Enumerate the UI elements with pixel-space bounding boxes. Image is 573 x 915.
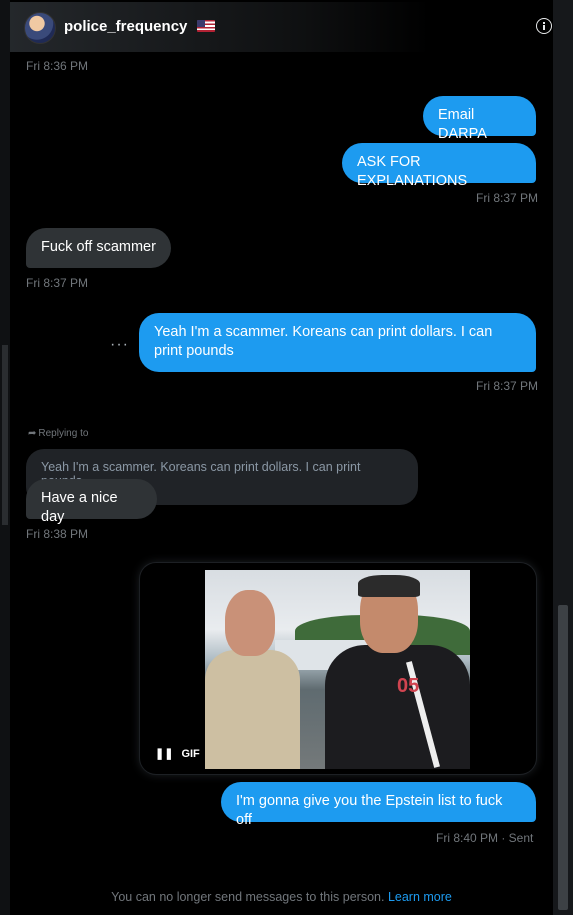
left-scrollbar-thumb[interactable] xyxy=(2,345,8,525)
conversation-header: police_frequency xyxy=(10,0,553,54)
username[interactable]: police_frequency xyxy=(64,18,187,35)
gif-label: GIF xyxy=(181,748,200,760)
left-panel-edge xyxy=(0,0,10,915)
timestamp-sent: Fri 8:40 PM · Sent xyxy=(436,831,534,845)
timestamp: Fri 8:38 PM xyxy=(26,527,89,541)
outgoing-message[interactable]: Email DARPA xyxy=(423,96,536,142)
timestamp: Fri 8:37 PM xyxy=(476,191,539,205)
outgoing-message[interactable]: Yeah I'm a scammer. Koreans can print do… xyxy=(139,313,536,372)
learn-more-link[interactable]: Learn more xyxy=(388,890,452,904)
avatar[interactable] xyxy=(24,12,56,44)
gif-message[interactable]: 05 ❚❚ GIF xyxy=(140,563,536,774)
timestamp: Fri 8:37 PM xyxy=(476,379,539,393)
pause-icon[interactable]: ❚❚ xyxy=(155,747,173,760)
timestamp: Fri 8:37 PM xyxy=(26,276,89,290)
scrollbar-thumb[interactable] xyxy=(558,605,568,910)
messaging-disabled-notice: You can no longer send messages to this … xyxy=(0,890,563,904)
outgoing-message[interactable]: ASK FOR EXPLANATIONS xyxy=(342,143,536,189)
more-options-icon[interactable]: ··· xyxy=(110,336,129,354)
info-icon[interactable] xyxy=(536,18,552,34)
person-right: 05 xyxy=(325,575,470,769)
timestamp: Fri 8:36 PM xyxy=(26,59,89,73)
incoming-message[interactable]: Have a nice day xyxy=(26,479,157,525)
incoming-message[interactable]: Fuck off scammer xyxy=(26,228,171,268)
reply-context: ➦ Replying to xyxy=(28,428,88,439)
us-flag-icon xyxy=(197,20,215,32)
notice-text: You can no longer send messages to this … xyxy=(111,890,385,904)
gif-image: 05 xyxy=(205,570,470,769)
reply-arrow-icon: ➦ xyxy=(28,428,37,439)
outgoing-message[interactable]: I'm gonna give you the Epstein list to f… xyxy=(221,782,536,828)
scrollbar[interactable] xyxy=(553,0,573,915)
person-left xyxy=(205,590,300,769)
reply-label: Replying to xyxy=(38,428,89,439)
gif-badge[interactable]: ❚❚ GIF xyxy=(155,747,200,760)
